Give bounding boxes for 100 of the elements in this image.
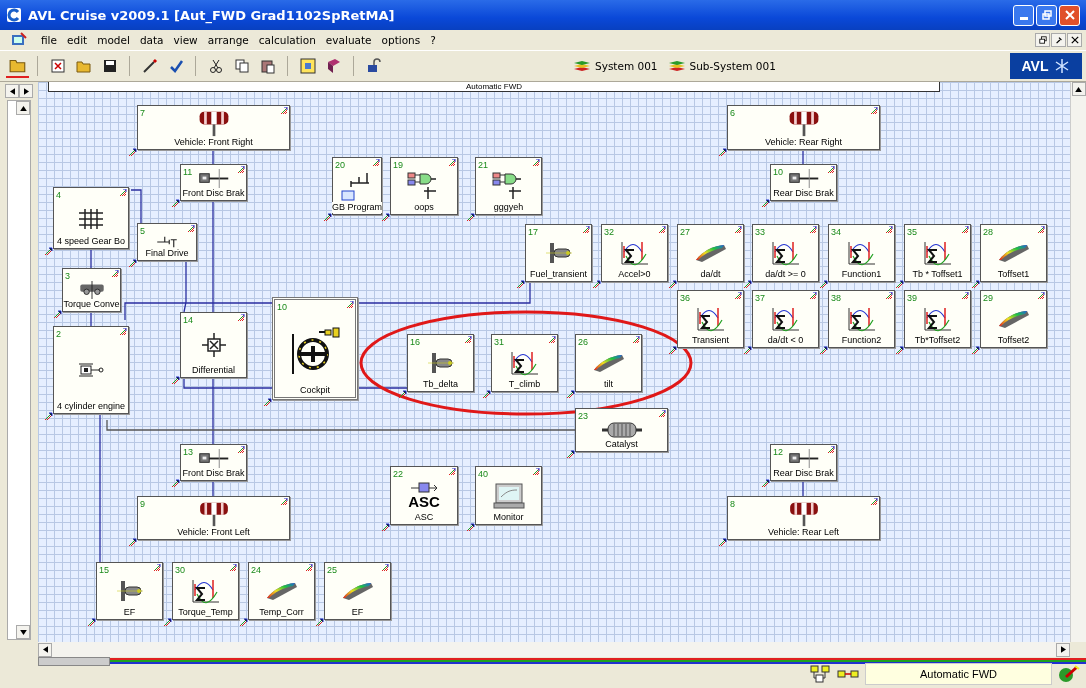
component-block[interactable]: 23 Catalyst [575,408,668,452]
block-label: Torque_Temp [178,607,233,618]
component-block[interactable]: 6 Vehicle: Rear Right [727,105,880,150]
component-block[interactable]: 26 tilt [575,334,642,392]
logo-text: AVL [1021,58,1049,74]
block-number: 29 [982,293,993,303]
component-block[interactable]: 33 da/dt >= 0 [752,224,819,282]
system-label[interactable]: Sub-System 001 [689,60,776,72]
connection-line [802,480,804,497]
block-number: 10 [772,167,783,177]
scroll-right-button[interactable] [1056,642,1070,657]
component-block[interactable]: 5 Final Drive [137,223,197,261]
menu-item[interactable]: arrange [202,34,254,46]
restore-button[interactable] [1035,33,1050,47]
block-number: 13 [182,447,193,457]
component-block[interactable]: 28 Toffset1 [980,224,1047,282]
component-block[interactable]: 4 4 speed Gear Bo [53,187,129,249]
component-block[interactable]: 27 da/dt [677,224,744,282]
component-block[interactable]: 20 GB Program [332,157,382,215]
corner-marker-icon [885,226,893,234]
port-marker-icon [820,346,828,354]
component-block[interactable]: 35 Tb * Toffset1 [904,224,971,282]
corner-marker-icon [119,189,127,197]
block-label: gggyeh [493,202,524,213]
menu-item[interactable]: ? [425,34,441,46]
component-block[interactable]: 9 Vehicle: Front Left [137,496,290,540]
block-label: tilt [604,379,613,390]
minimize-button[interactable] [1013,4,1034,26]
sum-chart-icon [846,240,877,266]
component-block[interactable]: 37 da/dt < 0 [752,290,819,348]
block-number: 15 [98,565,109,575]
scroll-left-button[interactable] [5,84,19,98]
component-block[interactable]: 25 EF [324,562,391,620]
component-block[interactable]: 22 ASC ASC [390,466,458,525]
port-marker-icon [382,213,390,221]
component-block[interactable]: 17 Fuel_transient [525,224,592,282]
block-label: EF [351,607,364,618]
component-block[interactable]: 21 gggyeh [475,157,542,215]
component-block[interactable]: 10 Rear Disc Brak [770,164,837,201]
sum-chart-icon [695,306,726,332]
block-label: Differential [192,365,235,376]
component-block[interactable]: 3 Torque Conve [62,268,121,312]
block-number: 31 [493,337,504,347]
component-block[interactable]: 38 Function2 [828,290,895,348]
component-block[interactable]: 15 EF [96,562,163,620]
component-block[interactable]: 39 Tb*Toffset2 [904,290,971,348]
component-block[interactable]: 8 Vehicle: Rear Left [727,496,880,540]
scroll-left-button[interactable] [38,642,52,657]
menu-item[interactable]: file [36,34,62,46]
component-block[interactable]: 7 Vehicle: Front Right [137,105,290,150]
corner-marker-icon [372,159,380,167]
block-number: 33 [754,227,765,237]
component-block[interactable]: 16 Tb_delta [407,334,474,392]
scissors-icon [207,58,224,74]
vertical-scrollbar[interactable] [1070,82,1086,642]
close-icon [1070,36,1079,44]
block-label: Catalyst [605,439,638,450]
block-label: Toffset2 [997,335,1030,346]
port-marker-icon [669,280,677,288]
component-block[interactable]: 12 Rear Disc Brak [770,444,837,481]
component-block[interactable]: 31 T_climb [491,334,558,392]
component-block[interactable]: 34 Function1 [828,224,895,282]
menu-item[interactable]: model [92,34,135,46]
horizontal-scrollbar[interactable] [38,642,1070,657]
component-block[interactable]: 30 Torque_Temp [172,562,239,620]
scroll-down-button[interactable] [16,625,30,639]
injector-icon [114,579,145,603]
component-block[interactable]: 24 Temp_Corr [248,562,315,620]
port-marker-icon [172,376,180,384]
corner-marker-icon [734,226,742,234]
component-block[interactable]: 11 Front Disc Brak [180,164,247,201]
block-number: 12 [772,447,783,457]
menu-item[interactable]: view [168,34,203,46]
sum-chart-icon [619,240,650,266]
folder-icon [75,58,92,74]
scroll-up-button[interactable] [16,101,30,115]
scroll-right-button[interactable] [19,84,33,98]
component-block[interactable]: 32 Accel>0 [601,224,668,282]
menu-item[interactable]: data [134,34,169,46]
component-block[interactable]: 29 Toffset2 [980,290,1047,348]
component-block[interactable]: 14 Differential [180,312,247,378]
menu-item[interactable]: calculation [253,34,321,46]
component-block[interactable]: 40 Monitor [475,466,542,525]
system-label[interactable]: System 001 [595,60,658,72]
scroll-up-button[interactable] [1071,82,1086,96]
component-block[interactable]: 13 Front Disc Brak [180,444,247,481]
corner-marker-icon [582,226,590,234]
component-block[interactable]: 2 4 cylinder engine [53,326,129,414]
component-block[interactable]: 19 oops [390,157,458,215]
close-button[interactable] [1067,33,1082,47]
block-label: Vehicle: Rear Left [767,527,839,538]
component-block[interactable]: 10 Cockpit [272,297,358,400]
pin-button[interactable] [1051,33,1066,47]
menu-item[interactable]: edit [62,34,93,46]
block-number: 7 [139,108,145,118]
window-title: AVL Cruise v2009.1 [Aut_FWD Grad1102SpRetMA] [28,7,395,23]
pen-icon [141,58,158,74]
menu-item[interactable]: options [376,34,426,46]
menu-item[interactable]: evaluate [320,34,377,46]
component-block[interactable]: 36 Transient [677,290,744,348]
